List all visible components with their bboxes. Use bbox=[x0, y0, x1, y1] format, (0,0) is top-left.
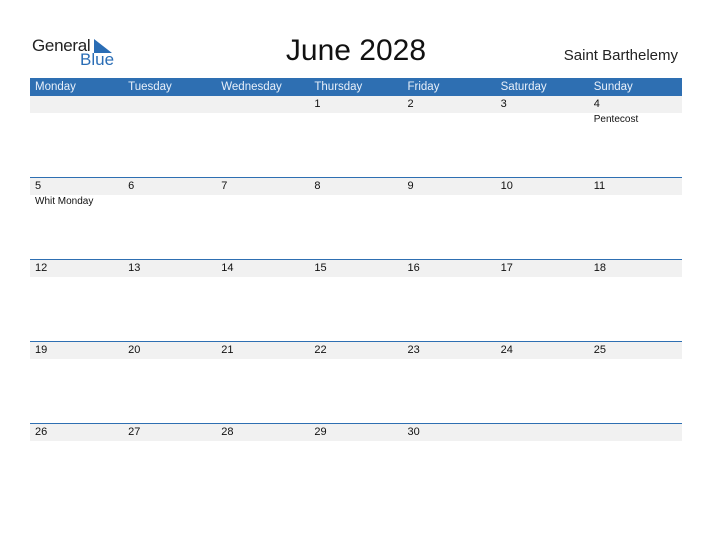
day-number: 28 bbox=[221, 426, 234, 438]
day-number bbox=[589, 424, 682, 441]
day-number: 22 bbox=[314, 344, 327, 356]
day-number bbox=[123, 96, 216, 113]
holiday-label bbox=[30, 113, 123, 126]
day-number: 29 bbox=[314, 426, 327, 438]
date-band: 1 2 3 4 bbox=[30, 96, 682, 113]
day-number: 5 bbox=[35, 180, 42, 192]
day-number: 23 bbox=[407, 344, 420, 356]
holiday-label bbox=[403, 195, 496, 208]
holiday-label bbox=[123, 113, 216, 126]
weekday-friday: Friday bbox=[407, 81, 440, 93]
week-row: 19 20 21 22 23 24 25 bbox=[30, 341, 682, 423]
weekday-thursday: Thursday bbox=[314, 81, 363, 93]
day-number: 27 bbox=[128, 426, 141, 438]
week-row: 5 6 7 8 9 10 11 Whit Monday bbox=[30, 177, 682, 259]
holiday-label bbox=[216, 113, 309, 126]
day-number: 13 bbox=[128, 262, 141, 274]
day-number bbox=[496, 424, 589, 441]
day-number: 1 bbox=[314, 98, 321, 110]
day-number: 4 bbox=[593, 98, 600, 110]
date-band: 12 13 14 15 16 17 18 bbox=[30, 260, 682, 277]
day-number: 8 bbox=[314, 180, 321, 192]
country-label: Saint Barthelemy bbox=[563, 47, 678, 64]
day-number: 10 bbox=[500, 180, 513, 192]
holiday-label bbox=[496, 195, 589, 208]
day-number bbox=[30, 96, 123, 113]
day-number: 30 bbox=[407, 426, 420, 438]
holiday-label: Whit Monday bbox=[35, 196, 94, 207]
day-number: 15 bbox=[314, 262, 327, 274]
weekday-tuesday: Tuesday bbox=[128, 81, 172, 93]
holiday-label bbox=[309, 195, 402, 208]
day-number bbox=[216, 96, 309, 113]
weekday-monday: Monday bbox=[35, 81, 76, 93]
day-number: 20 bbox=[128, 344, 141, 356]
holiday-label bbox=[309, 113, 402, 126]
date-band: 26 27 28 29 30 bbox=[30, 424, 682, 441]
day-number: 2 bbox=[407, 98, 414, 110]
day-number: 3 bbox=[500, 98, 507, 110]
day-number: 25 bbox=[593, 344, 606, 356]
holiday-label bbox=[216, 195, 309, 208]
weekday-sunday: Sunday bbox=[593, 81, 633, 93]
weekday-saturday: Saturday bbox=[500, 81, 547, 93]
weekday-header: Monday Tuesday Wednesday Thursday Friday… bbox=[30, 78, 682, 96]
day-number: 24 bbox=[500, 344, 513, 356]
events-row: Whit Monday bbox=[30, 195, 682, 208]
weekday-wednesday: Wednesday bbox=[221, 81, 282, 93]
date-band: 19 20 21 22 23 24 25 bbox=[30, 342, 682, 359]
day-number: 9 bbox=[407, 180, 414, 192]
day-number: 21 bbox=[221, 344, 234, 356]
day-number: 7 bbox=[221, 180, 228, 192]
day-number: 26 bbox=[35, 426, 48, 438]
day-number: 12 bbox=[35, 262, 48, 274]
holiday-label bbox=[589, 195, 682, 208]
holiday-label bbox=[403, 113, 496, 126]
holiday-label bbox=[496, 113, 589, 126]
week-row: 26 27 28 29 30 bbox=[30, 423, 682, 505]
day-number: 18 bbox=[593, 262, 606, 274]
day-number: 17 bbox=[500, 262, 513, 274]
holiday-label bbox=[123, 195, 216, 208]
day-number: 11 bbox=[593, 180, 606, 192]
day-number: 16 bbox=[407, 262, 420, 274]
week-row: 12 13 14 15 16 17 18 bbox=[30, 259, 682, 341]
date-band: 5 6 7 8 9 10 11 bbox=[30, 178, 682, 195]
day-number: 14 bbox=[221, 262, 234, 274]
events-row: Pentecost bbox=[30, 113, 682, 126]
day-number: 19 bbox=[35, 344, 48, 356]
week-row: 1 2 3 4 Pentecost bbox=[30, 96, 682, 177]
day-number: 6 bbox=[128, 180, 135, 192]
calendar-grid: Monday Tuesday Wednesday Thursday Friday… bbox=[30, 78, 682, 505]
holiday-label: Pentecost bbox=[593, 114, 639, 125]
